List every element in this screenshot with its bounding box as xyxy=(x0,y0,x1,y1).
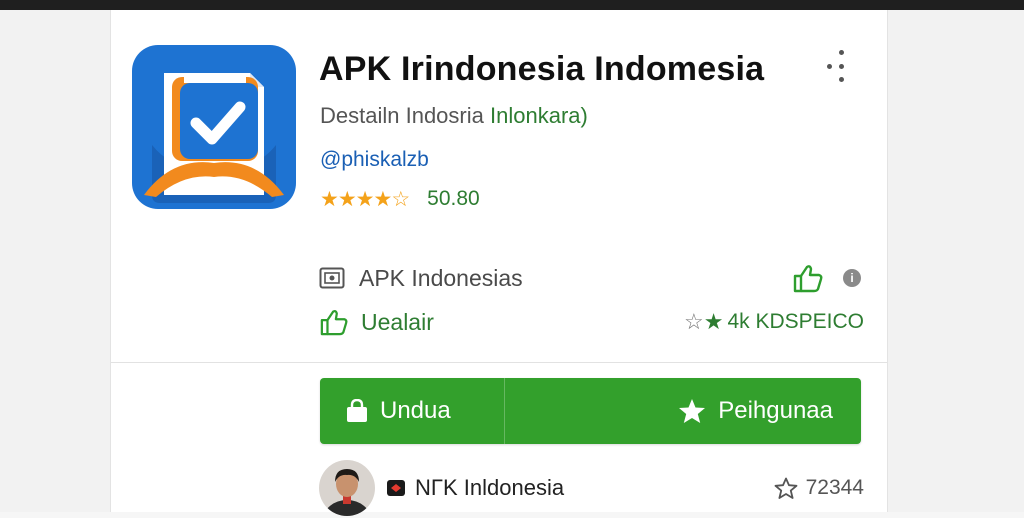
info-icon[interactable]: i xyxy=(843,269,861,287)
developer-line: Destailn Indosria Inlonkara) xyxy=(320,103,588,129)
image-icon xyxy=(319,267,345,289)
verified-badge-icon xyxy=(387,480,405,496)
thumbs-up-icon xyxy=(320,310,348,336)
downloads-label: 4k KDSPEIСO xyxy=(727,310,865,333)
section-divider xyxy=(111,362,887,363)
browser-top-bar xyxy=(0,0,1024,10)
star-outline-icon xyxy=(774,477,797,499)
shopping-bag-icon xyxy=(347,399,367,422)
avatar[interactable] xyxy=(319,460,375,516)
app-logo-icon xyxy=(132,45,296,209)
update-link[interactable]: Uealair xyxy=(361,309,434,336)
app-title: APK Irindonesia Indomesia xyxy=(319,50,765,88)
rating-stars: ★★★★☆ xyxy=(320,187,410,211)
left-margin xyxy=(0,10,110,512)
more-vertical-icon[interactable] xyxy=(825,48,851,84)
thumbs-up-icon[interactable] xyxy=(792,263,824,293)
developer-tag[interactable]: Inlonkara) xyxy=(490,103,588,128)
app-detail-card: APK Irindonesia Indomesia Destailn Indos… xyxy=(110,10,888,516)
downloads-count: ☆ ★ 4k KDSPEIСO xyxy=(684,306,864,338)
review-button[interactable]: Peihgunaa xyxy=(505,378,861,444)
action-bar: Undua Peihgunaa xyxy=(320,378,861,444)
star-icon xyxy=(679,399,706,423)
right-margin xyxy=(886,10,1024,512)
author-row: NΓK Inldonesia 72344 xyxy=(319,458,864,518)
update-row: Uealair xyxy=(319,306,434,338)
author-name[interactable]: NΓK Inldonesia xyxy=(415,475,564,501)
star-icon: ★ xyxy=(703,309,724,334)
download-label: Undua xyxy=(380,397,451,424)
rating-row: ★★★★☆ 50.80 xyxy=(320,185,480,213)
developer-handle-link[interactable]: @phiskalzb xyxy=(320,148,429,172)
developer-name: Destailn Indosria xyxy=(320,103,484,128)
favorite-count-label: 72344 xyxy=(805,476,864,499)
rating-value: 50.80 xyxy=(427,187,480,210)
download-button[interactable]: Undua xyxy=(320,378,505,444)
favorite-count[interactable]: 72344 xyxy=(774,476,864,500)
publisher-label: APK Indonesias xyxy=(359,264,523,291)
star-outline-icon: ☆ xyxy=(684,309,704,334)
publisher-row: APK Indonesias xyxy=(319,262,523,294)
review-label: Peihgunaa xyxy=(718,397,833,424)
